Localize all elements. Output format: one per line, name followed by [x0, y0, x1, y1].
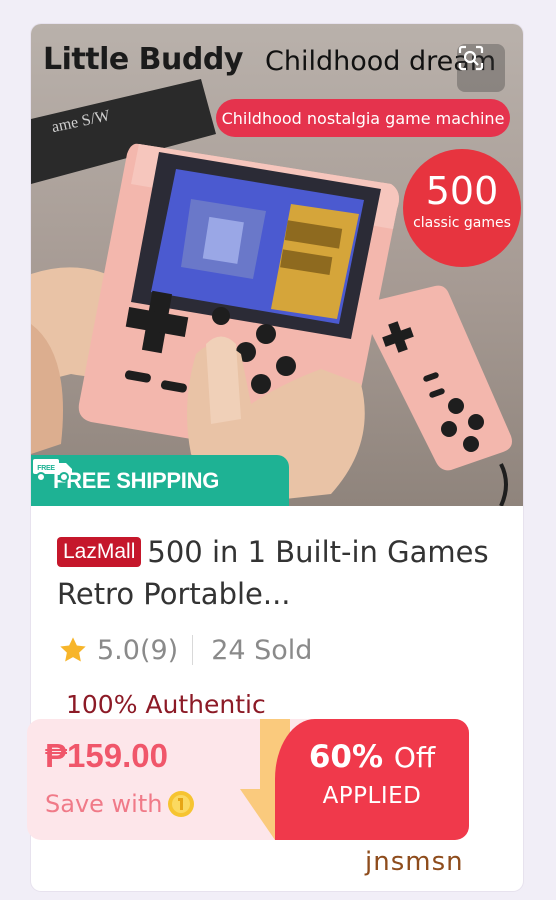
games-count-badge: 500 classic games: [403, 149, 521, 267]
rating-value: 5.0(9): [97, 634, 179, 666]
product-title[interactable]: LazMall 500 in 1 Built-in Games Retro Por…: [57, 531, 497, 615]
sold-count: 24 Sold: [211, 634, 313, 666]
product-image[interactable]: ame S/W Little Buddy Childhood dream Chi…: [31, 24, 523, 506]
image-search-button[interactable]: [457, 44, 505, 92]
coin-icon: [166, 789, 196, 819]
nostalgia-banner: Childhood nostalgia game machine: [216, 99, 510, 137]
watermark: jnsmsn: [365, 847, 464, 877]
free-shipping-tag: FREE FREE SHIPPING: [31, 455, 289, 506]
star-icon: [57, 634, 89, 666]
rating-row: 5.0(9) 24 Sold: [57, 631, 312, 669]
applied-label: APPLIED: [322, 783, 422, 809]
brand-logo: Little Buddy: [43, 42, 243, 77]
badge-number: 500: [425, 169, 499, 213]
discount-off-label: Off: [393, 741, 436, 774]
free-shipping-label: FREE SHIPPING: [53, 467, 220, 493]
price-promo-banner[interactable]: ₱159.00 Save with 60% Off APPLIED: [27, 719, 469, 840]
discount-applied-badge: 60% Off APPLIED: [275, 719, 469, 840]
discount-value: 60%: [308, 739, 384, 775]
save-with-coins: Save with: [45, 789, 196, 819]
free-shipping-icon-text: FREE: [37, 465, 55, 472]
discount-percentage: 60% Off: [275, 739, 469, 775]
authentic-label: 100% Authentic: [66, 690, 266, 719]
rating-divider: [192, 635, 194, 665]
badge-text: classic games: [413, 215, 511, 231]
promo-price: ₱159.00: [45, 737, 168, 774]
save-with-label: Save with: [45, 790, 163, 818]
lazmall-badge: LazMall: [57, 537, 142, 567]
